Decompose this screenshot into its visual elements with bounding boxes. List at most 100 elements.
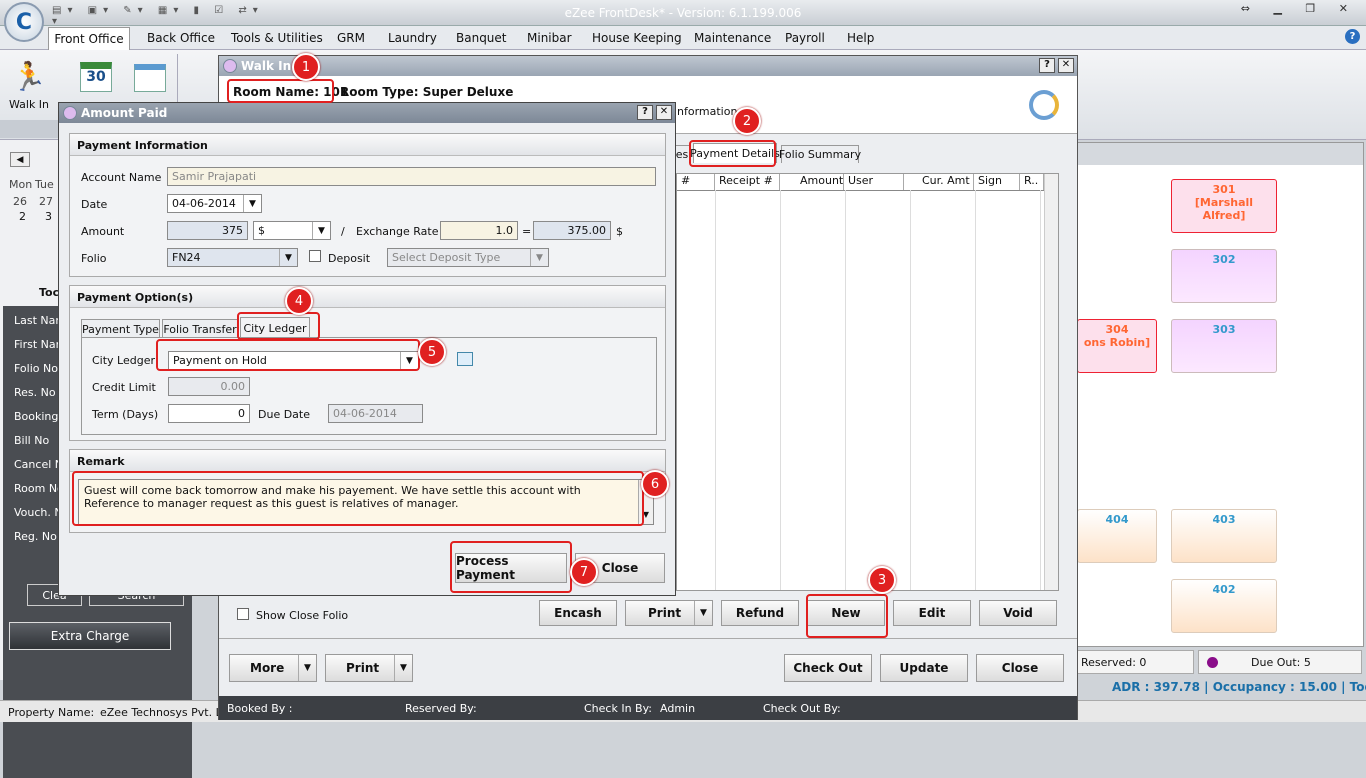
app-logo[interactable]: C: [4, 2, 44, 42]
update-button[interactable]: Update: [880, 654, 968, 682]
calendar-ribbon-icon[interactable]: 30: [80, 62, 112, 92]
callout-badge: 7: [570, 558, 598, 586]
check-in-by-value: Admin: [660, 702, 696, 715]
menu-laundry[interactable]: Laundry: [388, 31, 437, 45]
calendar-prev-button[interactable]: ◀: [10, 152, 30, 167]
chevron-down-icon[interactable]: ▼: [279, 249, 297, 266]
highlight-remark: [72, 471, 644, 526]
col-r[interactable]: R..: [1020, 174, 1044, 190]
grid-col-lines: [715, 190, 1044, 590]
menu-maintenance[interactable]: Maintenance: [694, 31, 771, 45]
void-button[interactable]: Void: [979, 600, 1057, 626]
menu-back-office[interactable]: Back Office: [147, 31, 215, 45]
deposit-type-select[interactable]: Select Deposit Type ▼: [387, 248, 549, 267]
room-card[interactable]: 303: [1171, 319, 1277, 373]
date-picker[interactable]: 04-06-2014 ▼: [167, 194, 262, 213]
exchange-rate-field[interactable]: 1.0: [440, 221, 518, 240]
room-card[interactable]: 302: [1171, 249, 1277, 303]
col-user[interactable]: User: [844, 174, 904, 190]
chevron-down-icon[interactable]: ▼: [312, 222, 330, 239]
edit-button[interactable]: Edit: [893, 600, 971, 626]
add-ledger-icon[interactable]: [457, 352, 473, 366]
currency-select[interactable]: $ ▼: [253, 221, 331, 240]
menu-help[interactable]: Help: [847, 31, 874, 45]
property-value: eZee Technosys Pvt. Ltd: [100, 706, 234, 719]
deposit-checkbox[interactable]: [309, 250, 321, 262]
encash-button[interactable]: Encash: [539, 600, 617, 626]
col-cur-amt[interactable]: Cur. Amt: [904, 174, 974, 190]
payment-options-header: Payment Option(s): [70, 286, 665, 308]
calendar-date[interactable]: 3: [45, 210, 52, 223]
amount-field[interactable]: 375: [167, 221, 248, 240]
menu-payroll[interactable]: Payroll: [785, 31, 825, 45]
chevron-down-icon[interactable]: ▼: [694, 601, 712, 625]
more-split-button[interactable]: More ▼: [229, 654, 317, 682]
currency-value: $: [258, 224, 265, 237]
highlight-payment-details-tab: [689, 140, 776, 167]
term-days-field[interactable]: 0: [168, 404, 250, 423]
footer-print-split-button[interactable]: Print ▼: [325, 654, 413, 682]
highlight-room-name: [227, 79, 334, 103]
col-no[interactable]: #: [677, 174, 715, 190]
walk-in-ribbon-button[interactable]: 🏃 Walk In: [6, 60, 52, 122]
show-close-folio-checkbox[interactable]: [237, 608, 249, 620]
menu-banquet[interactable]: Banquet: [456, 31, 507, 45]
menu-minibar[interactable]: Minibar: [527, 31, 572, 45]
calendar-date[interactable]: 27: [39, 195, 53, 208]
field-room-no: Room No: [14, 482, 64, 495]
chevron-down-icon[interactable]: ▼: [394, 655, 412, 681]
grid-scrollbar[interactable]: [1044, 174, 1058, 590]
title-bar: C ▤▾ ▣▾ ✎▾ ▦▾ ▮ ☑ ⇄▾ ▾ eZee FrontDesk* -…: [0, 0, 1366, 42]
extra-charge-button[interactable]: Extra Charge: [9, 622, 171, 650]
room-card[interactable]: 301 [Marshall Alfred]: [1171, 179, 1277, 233]
menu-tools[interactable]: Tools & Utilities: [231, 31, 323, 45]
callout-badge: 2: [733, 107, 761, 135]
exchange-rate-label: Exchange Rate: [356, 225, 439, 238]
calendar-day-tue: Tue: [35, 178, 54, 191]
room-card[interactable]: 304 ons Robin]: [1077, 319, 1157, 373]
callout-badge: 6: [641, 470, 669, 498]
payment-information-group: Payment Information Account Name Samir P…: [69, 133, 666, 277]
menu-front-office[interactable]: Front Office: [48, 27, 130, 50]
col-sign[interactable]: Sign: [974, 174, 1020, 190]
calendar-alt-icon[interactable]: [134, 64, 166, 92]
print-split-button[interactable]: Print ▼: [625, 600, 713, 626]
calendar-date[interactable]: 26: [13, 195, 27, 208]
walk-in-logo-icon: [223, 59, 237, 73]
menu-house-keeping[interactable]: House Keeping: [592, 31, 682, 45]
highlight-city-ledger-tab: [237, 312, 320, 340]
highlight-city-ledger-select: [156, 339, 420, 371]
col-receipt[interactable]: Receipt #: [715, 174, 780, 190]
tab-folio-transfer[interactable]: Folio Transfer: [162, 319, 238, 338]
room-card[interactable]: 404: [1077, 509, 1157, 563]
col-amount[interactable]: Amount: [780, 174, 844, 190]
calendar-today[interactable]: Toc: [39, 286, 59, 299]
tab-folio-summary[interactable]: Folio Summary: [779, 145, 861, 163]
refund-button[interactable]: Refund: [721, 600, 799, 626]
deposit-label: Deposit: [328, 252, 371, 265]
window-controls[interactable]: ⇔ ▁ ❐ ✕: [1241, 2, 1358, 15]
account-name-field[interactable]: Samir Prajapati: [167, 167, 656, 186]
folio-select[interactable]: FN24 ▼: [167, 248, 298, 267]
chevron-down-icon[interactable]: ▼: [530, 249, 548, 266]
tab-charges[interactable]: es: [674, 145, 690, 163]
help-icon[interactable]: ?: [1345, 29, 1360, 44]
property-label: Property Name:: [8, 706, 95, 719]
booked-by: Booked By :: [227, 702, 293, 715]
room-card[interactable]: 402: [1171, 579, 1277, 633]
check-out-by: Check Out By:: [763, 702, 841, 715]
walk-in-title: Walk In: [241, 59, 292, 73]
chevron-down-icon[interactable]: ▼: [298, 655, 316, 681]
amount-paid-help-button[interactable]: ?: [637, 105, 653, 120]
tab-payment-type[interactable]: Payment Type: [81, 319, 160, 338]
walk-in-close-button[interactable]: ✕: [1058, 58, 1074, 73]
chevron-down-icon[interactable]: ▼: [243, 195, 261, 212]
check-out-button[interactable]: Check Out: [784, 654, 872, 682]
calendar-date[interactable]: 2: [19, 210, 26, 223]
due-out-dot-icon: [1207, 657, 1218, 668]
walk-in-help-button[interactable]: ?: [1039, 58, 1055, 73]
menu-grm[interactable]: GRM: [337, 31, 365, 45]
walk-in-close-footer-button[interactable]: Close: [976, 654, 1064, 682]
amount-paid-close-icon[interactable]: ✕: [656, 105, 672, 120]
room-card[interactable]: 403: [1171, 509, 1277, 563]
